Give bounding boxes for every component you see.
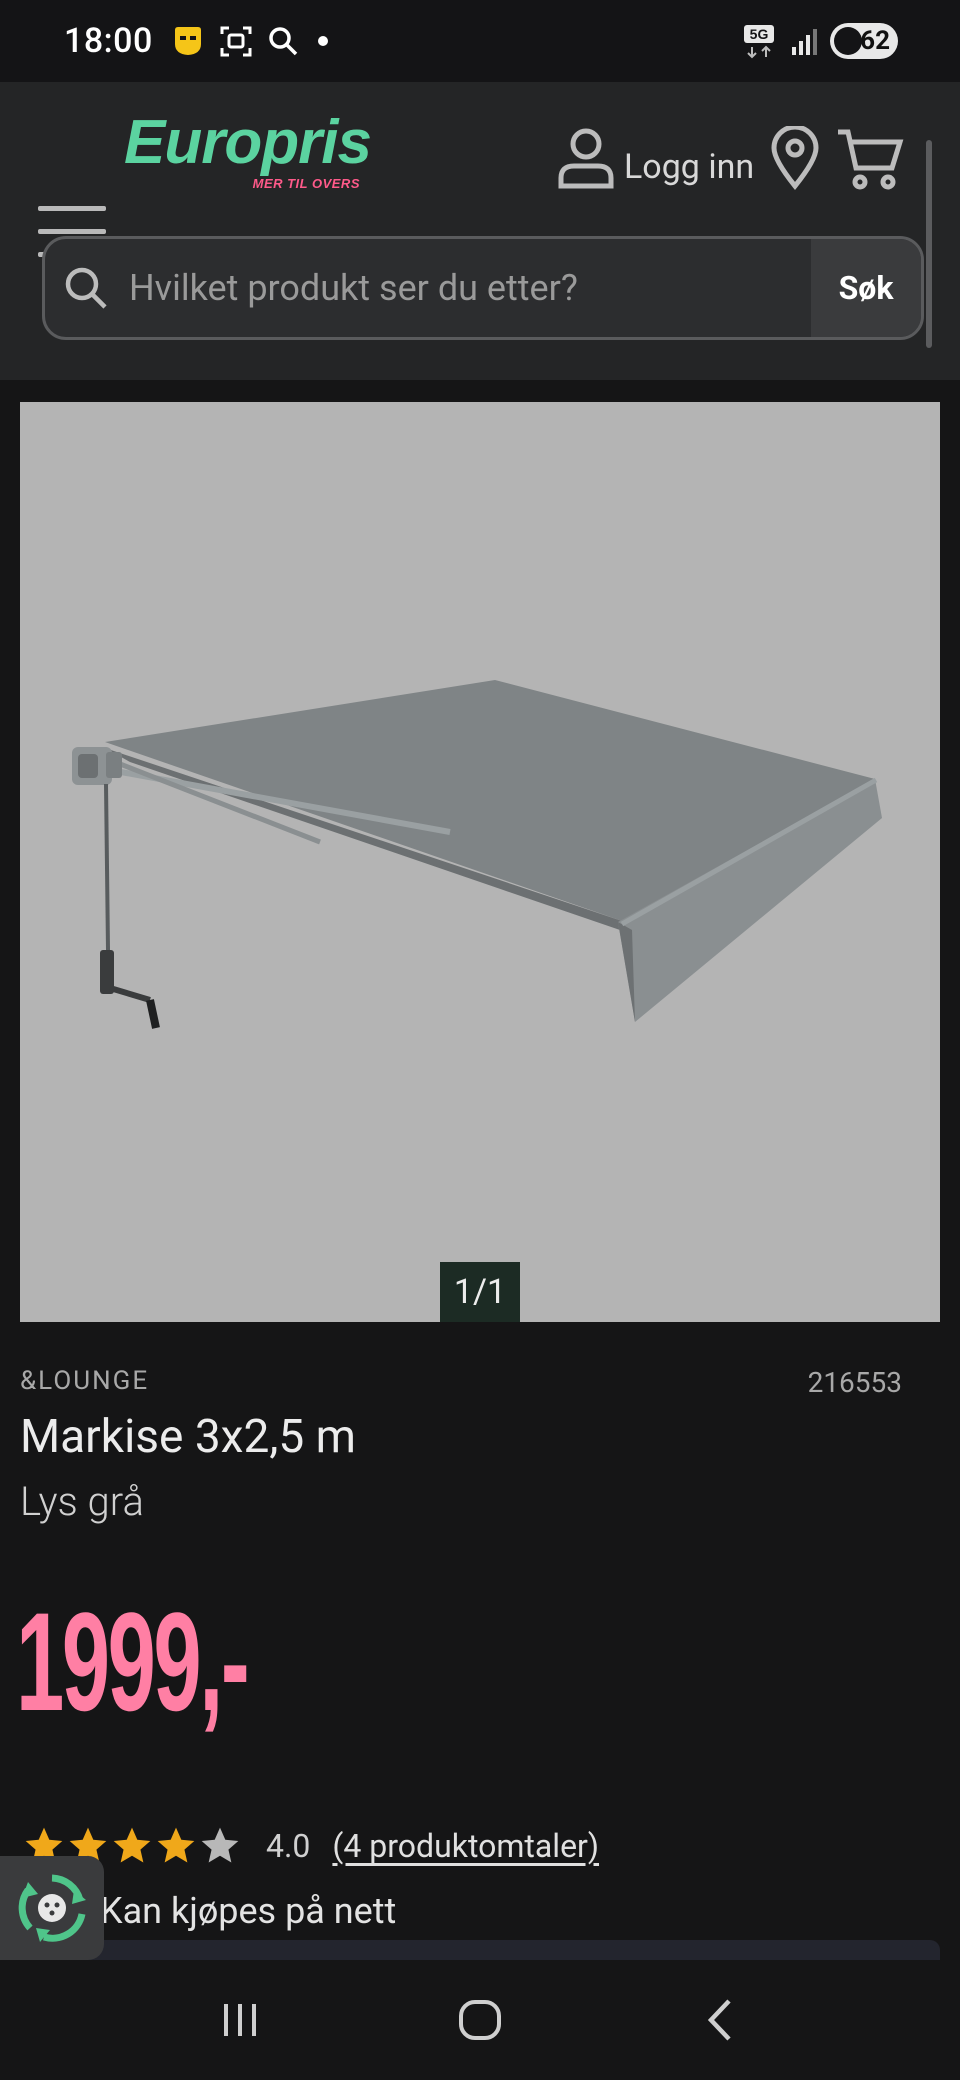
- home-icon: [459, 2000, 501, 2040]
- store-locator-button[interactable]: [770, 124, 820, 194]
- product-variant: Lys grå: [20, 1478, 144, 1525]
- signal-icon: [792, 29, 817, 55]
- product-price: 1999,-: [16, 1583, 250, 1740]
- product-title: Markise 3x2,5 m: [20, 1410, 356, 1464]
- search-bar: Søk: [42, 236, 924, 340]
- product-brand[interactable]: &LOUNGE: [20, 1366, 149, 1396]
- home-button[interactable]: [430, 1980, 530, 2060]
- status-notification-icons: [171, 24, 333, 58]
- chat-widget-button[interactable]: [0, 1856, 104, 1960]
- reviews-link[interactable]: (4 produktomtaler): [332, 1827, 599, 1865]
- system-navigation-bar: [0, 1960, 960, 2080]
- content-strip: [20, 1940, 940, 1960]
- awning-product-photo: [72, 680, 882, 1029]
- status-bar: 18:00 5G 62: [0, 0, 960, 82]
- location-pin-icon: [771, 124, 819, 190]
- screenshot-icon: [220, 26, 252, 57]
- logo-wordmark: Europris: [124, 108, 372, 177]
- chat-app-icon: [174, 27, 201, 55]
- shopping-cart-icon: [838, 129, 904, 190]
- network-5g-icon: 5G: [744, 25, 774, 59]
- dot-icon: [317, 36, 328, 46]
- cart-button[interactable]: [836, 128, 904, 196]
- recent-apps-icon: [224, 2004, 256, 2036]
- product-image[interactable]: [20, 402, 940, 1322]
- europris-logo[interactable]: Europris MER TIL OVERS: [124, 108, 372, 200]
- header-scrollbar[interactable]: [926, 140, 932, 348]
- back-button[interactable]: [670, 1980, 770, 2060]
- menu-bar-line: [38, 229, 106, 234]
- star-filled-icon: [157, 1827, 195, 1863]
- login-label: Logg inn: [624, 147, 755, 187]
- svg-text:5G: 5G: [750, 26, 769, 42]
- status-time: 18:00: [64, 21, 153, 61]
- back-chevron-icon: [707, 1999, 731, 2041]
- search-icon: [269, 27, 298, 56]
- battery-saver-icon: [834, 27, 862, 55]
- login-button[interactable]: Logg inn: [556, 126, 754, 190]
- image-counter: 1/1: [440, 1262, 520, 1322]
- search-icon: [63, 265, 109, 311]
- menu-bar-line: [38, 206, 106, 211]
- battery-indicator: 62: [830, 23, 898, 59]
- recycle-chat-icon: [18, 1874, 86, 1942]
- rating-value: 4.0: [266, 1827, 311, 1865]
- availability-text: Kan kjøpes på nett: [100, 1890, 397, 1932]
- logo-tagline: MER TIL OVERS: [252, 176, 360, 191]
- battery-level: 62: [860, 26, 890, 56]
- star-filled-icon: [113, 1827, 151, 1863]
- search-input[interactable]: [127, 239, 811, 337]
- user-icon: [558, 128, 614, 189]
- star-empty-icon: [201, 1827, 239, 1863]
- product-sku: 216553: [807, 1366, 902, 1399]
- recent-apps-button[interactable]: [190, 1980, 290, 2060]
- status-system-icons: 5G 62: [742, 23, 898, 59]
- search-button[interactable]: Søk: [811, 239, 921, 337]
- rating-row: 4.0 (4 produktomtaler): [22, 1824, 599, 1868]
